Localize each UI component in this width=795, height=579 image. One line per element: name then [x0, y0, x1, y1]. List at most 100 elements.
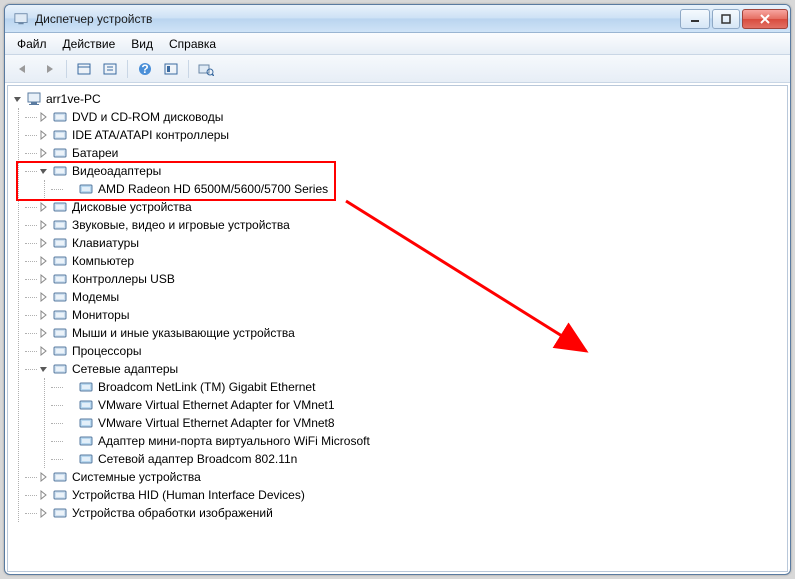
maximize-button[interactable] — [712, 9, 740, 29]
device-category-icon — [52, 217, 68, 233]
category-label: Устройства обработки изображений — [72, 506, 273, 520]
category-label: Клавиатуры — [72, 236, 139, 250]
expand-icon[interactable] — [38, 147, 50, 159]
device-category-icon — [52, 163, 68, 179]
device-category-icon — [52, 253, 68, 269]
category-node[interactable]: Сетевые адаптеры — [38, 360, 783, 378]
category-node[interactable]: Батареи — [38, 144, 783, 162]
collapse-icon[interactable] — [38, 165, 50, 177]
category-node[interactable]: Контроллеры USB — [38, 270, 783, 288]
category-node[interactable]: Звуковые, видео и игровые устройства — [38, 216, 783, 234]
root-label: arr1ve-PC — [46, 92, 101, 106]
help-button[interactable]: ? — [133, 58, 157, 80]
category-node[interactable]: Устройства обработки изображений — [38, 504, 783, 522]
window-title: Диспетчер устройств — [35, 12, 678, 26]
collapse-icon[interactable] — [12, 93, 24, 105]
device-node[interactable]: Адаптер мини-порта виртуального WiFi Mic… — [64, 432, 783, 450]
spacer — [64, 399, 76, 411]
device-category-icon — [52, 505, 68, 521]
device-category-icon — [52, 325, 68, 341]
category-label: Дисковые устройства — [72, 200, 192, 214]
expand-icon[interactable] — [38, 237, 50, 249]
category-node[interactable]: Мыши и иные указывающие устройства — [38, 324, 783, 342]
spacer — [64, 417, 76, 429]
menu-action[interactable]: Действие — [55, 33, 124, 54]
menu-help[interactable]: Справка — [161, 33, 224, 54]
forward-button[interactable] — [37, 58, 61, 80]
expand-icon[interactable] — [38, 129, 50, 141]
toolbar-separator — [66, 60, 67, 78]
category-label: Модемы — [72, 290, 119, 304]
expand-icon[interactable] — [38, 201, 50, 213]
svg-text:?: ? — [141, 62, 148, 76]
show-hidden-button[interactable] — [72, 58, 96, 80]
device-label: AMD Radeon HD 6500M/5600/5700 Series — [98, 182, 328, 196]
expand-icon[interactable] — [38, 309, 50, 321]
device-label: Адаптер мини-порта виртуального WiFi Mic… — [98, 434, 370, 448]
toolbar-separator — [127, 60, 128, 78]
category-label: Мыши и иные указывающие устройства — [72, 326, 295, 340]
device-category-icon — [52, 199, 68, 215]
category-label: Контроллеры USB — [72, 272, 175, 286]
tree-root-node[interactable]: arr1ve-PC — [12, 90, 783, 108]
collapse-icon[interactable] — [38, 363, 50, 375]
expand-icon[interactable] — [38, 219, 50, 231]
expand-icon[interactable] — [38, 273, 50, 285]
device-category-icon — [52, 145, 68, 161]
titlebar[interactable]: Диспетчер устройств — [5, 5, 790, 33]
scan-hardware-button[interactable] — [194, 58, 218, 80]
device-category-icon — [52, 487, 68, 503]
expand-icon[interactable] — [38, 327, 50, 339]
device-category-icon — [52, 361, 68, 377]
device-node[interactable]: VMware Virtual Ethernet Adapter for VMne… — [64, 396, 783, 414]
computer-icon — [26, 91, 42, 107]
tool-button[interactable] — [159, 58, 183, 80]
device-icon — [78, 433, 94, 449]
expand-icon[interactable] — [38, 471, 50, 483]
category-node[interactable]: Видеоадаптеры — [38, 162, 783, 180]
expand-icon[interactable] — [38, 291, 50, 303]
category-node[interactable]: Модемы — [38, 288, 783, 306]
back-button[interactable] — [11, 58, 35, 80]
category-node[interactable]: Компьютер — [38, 252, 783, 270]
expand-icon[interactable] — [38, 255, 50, 267]
spacer — [64, 453, 76, 465]
category-label: Системные устройства — [72, 470, 201, 484]
category-node[interactable]: Системные устройства — [38, 468, 783, 486]
device-node[interactable]: AMD Radeon HD 6500M/5600/5700 Series — [64, 180, 783, 198]
category-node[interactable]: Мониторы — [38, 306, 783, 324]
properties-button[interactable] — [98, 58, 122, 80]
device-node[interactable]: Broadcom NetLink (TM) Gigabit Ethernet — [64, 378, 783, 396]
minimize-button[interactable] — [680, 9, 710, 29]
device-category-icon — [52, 235, 68, 251]
device-tree[interactable]: arr1ve-PC DVD и CD-ROM дисководы IDE ATA/A… — [7, 85, 788, 572]
device-node[interactable]: Сетевой адаптер Broadcom 802.11n — [64, 450, 783, 468]
category-node[interactable]: Процессоры — [38, 342, 783, 360]
category-node[interactable]: DVD и CD-ROM дисководы — [38, 108, 783, 126]
device-category-icon — [52, 271, 68, 287]
category-label: Видеоадаптеры — [72, 164, 161, 178]
category-label: DVD и CD-ROM дисководы — [72, 110, 223, 124]
close-button[interactable] — [742, 9, 788, 29]
device-icon — [78, 181, 94, 197]
category-node[interactable]: Устройства HID (Human Interface Devices) — [38, 486, 783, 504]
device-node[interactable]: VMware Virtual Ethernet Adapter for VMne… — [64, 414, 783, 432]
menubar: Файл Действие Вид Справка — [5, 33, 790, 55]
menu-file[interactable]: Файл — [9, 33, 55, 54]
expand-icon[interactable] — [38, 507, 50, 519]
device-icon — [78, 451, 94, 467]
category-label: Устройства HID (Human Interface Devices) — [72, 488, 305, 502]
expand-icon[interactable] — [38, 111, 50, 123]
device-category-icon — [52, 289, 68, 305]
category-node[interactable]: Дисковые устройства — [38, 198, 783, 216]
expand-icon[interactable] — [38, 489, 50, 501]
spacer — [64, 435, 76, 447]
menu-view[interactable]: Вид — [123, 33, 161, 54]
toolbar-separator — [188, 60, 189, 78]
expand-icon[interactable] — [38, 345, 50, 357]
device-category-icon — [52, 109, 68, 125]
spacer — [64, 381, 76, 393]
category-node[interactable]: IDE ATA/ATAPI контроллеры — [38, 126, 783, 144]
category-node[interactable]: Клавиатуры — [38, 234, 783, 252]
category-label: Звуковые, видео и игровые устройства — [72, 218, 290, 232]
